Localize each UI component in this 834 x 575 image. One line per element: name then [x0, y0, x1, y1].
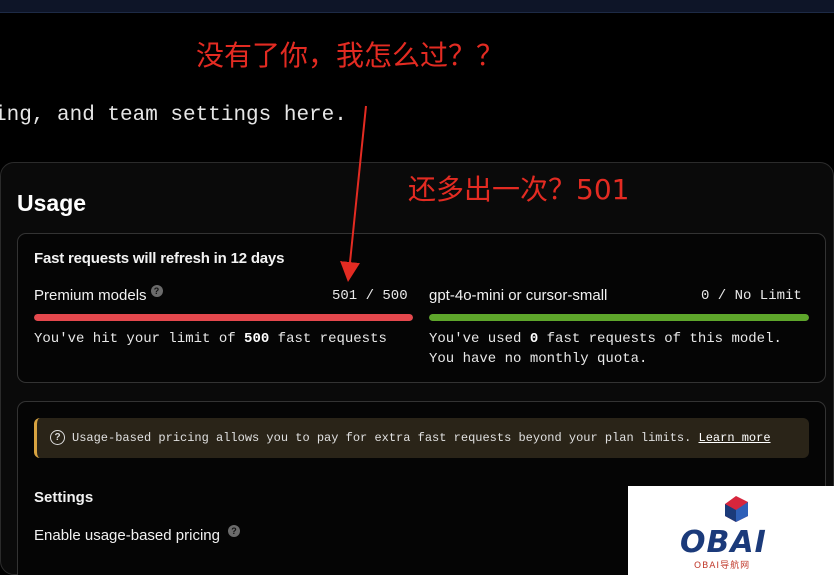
- watermark-sub-text: OBAI导航网: [694, 561, 751, 571]
- watermark-logo-text: OBAI: [680, 525, 767, 560]
